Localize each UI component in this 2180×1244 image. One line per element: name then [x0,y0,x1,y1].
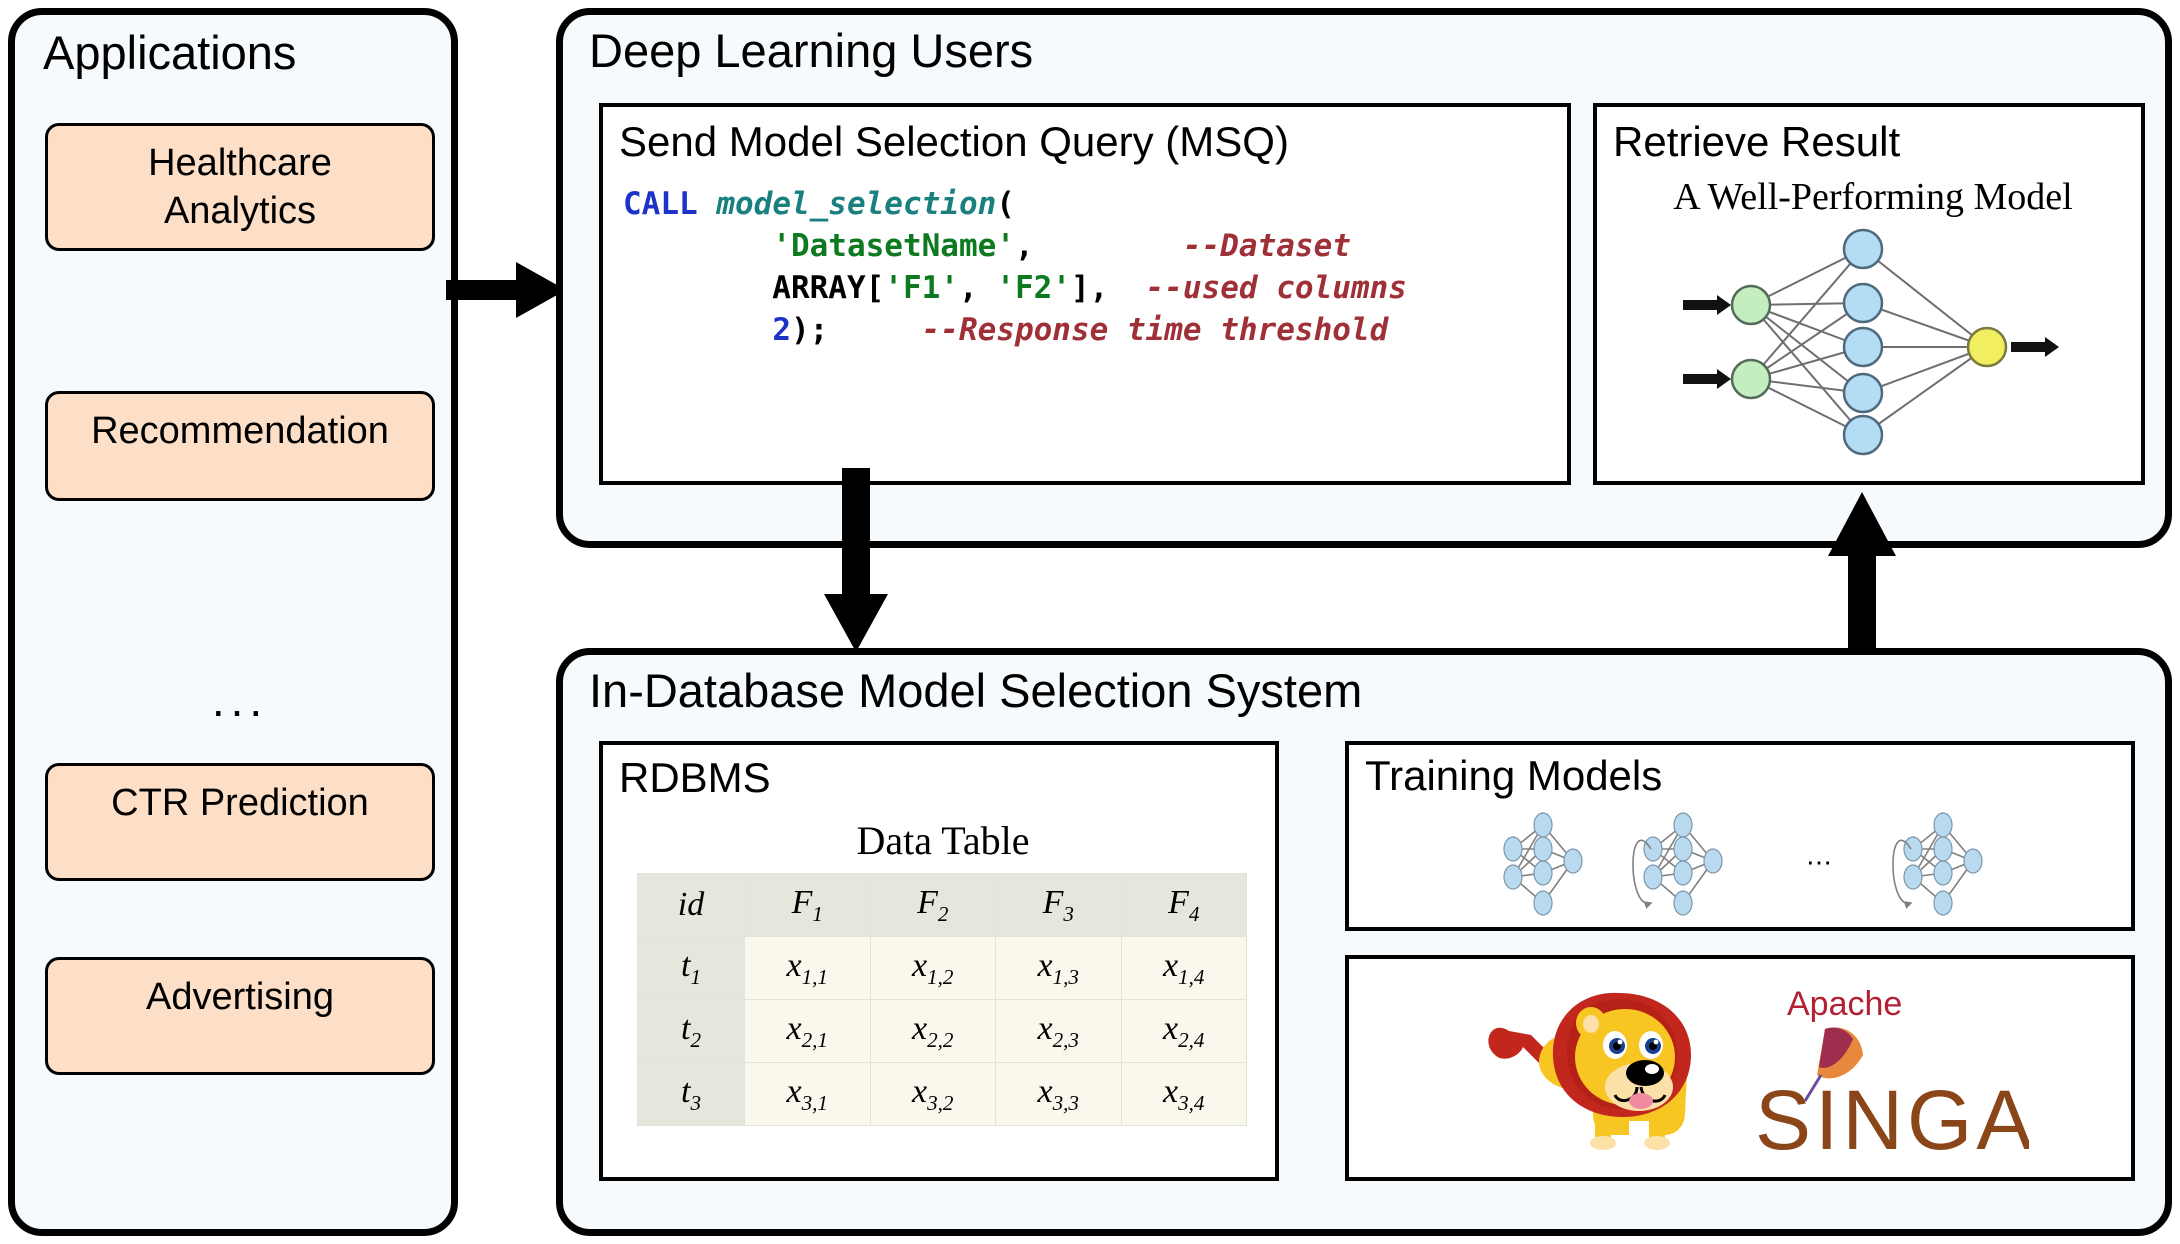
result-neural-network-icon [1673,227,2073,462]
application-card-advertising[interactable]: Advertising [45,957,435,1075]
table-cell: x3,1 [744,1062,871,1126]
code-token-comment-threshold: --Response time threshold [921,312,1389,349]
code-token-threshold-number: 2 [772,312,791,349]
column-header-f1: F1 [744,873,871,937]
in-database-system-title: In-Database Model Selection System [589,664,1363,717]
code-token-comment-dataset: --Dataset [1182,228,1351,265]
data-table: id F1 F2 F3 F4 t1 x1,1 x1,2 x1,3 x1,4 t2 [637,873,1247,1126]
table-cell: x2,3 [995,999,1122,1063]
application-card-label: CTR Prediction [111,782,369,824]
code-token-paren: ( [996,186,1015,222]
code-token-function: model_selection [716,186,997,222]
table-cell: x2,2 [869,999,996,1063]
code-token-indent [623,312,772,348]
rdbms-title: RDBMS [619,754,771,801]
table-cell: t1 [637,936,745,1000]
code-token-f2-string: 'F2' [996,270,1071,307]
applications-ellipsis: ... [211,674,269,726]
application-card-recommendation[interactable]: Recommendation [45,391,435,501]
column-header-id: id [637,873,745,937]
table-cell: x1,4 [1120,936,1247,1000]
application-card-healthcare-analytics[interactable]: Healthcare Analytics [45,123,435,251]
arrow-applications-to-users-icon [446,258,571,327]
column-header-f3: F3 [995,873,1122,937]
table-cell: t3 [637,1062,745,1126]
send-msq-panel: Send Model Selection Query (MSQ) CALL mo… [599,103,1571,485]
table-cell: x1,1 [744,936,871,1000]
table-cell: x2,1 [744,999,871,1063]
retrieve-result-title: Retrieve Result [1613,118,1901,165]
table-cell: x3,4 [1120,1062,1247,1126]
arrow-users-to-system-icon [818,468,894,663]
deep-learning-users-title: Deep Learning Users [589,24,1034,77]
table-header-row: id F1 F2 F3 F4 [637,873,1247,937]
code-token-comma: , [958,270,997,307]
msq-code-block[interactable]: CALL model_selection( 'DatasetName', --D… [623,183,1407,352]
code-token-comma: , [1014,228,1183,265]
svg-text:⋯: ⋯ [1806,847,1832,877]
code-token-comment-columns: --used columns [1145,270,1407,307]
table-cell: x3,3 [995,1062,1122,1126]
in-database-system-panel: In-Database Model Selection System RDBMS… [556,648,2172,1236]
code-token-close: ); [790,312,922,349]
rdbms-panel: RDBMS Data Table id F1 F2 F3 F4 t1 x1,1 … [599,741,1279,1181]
column-header-f2: F2 [869,873,996,937]
training-models-title: Training Models [1365,752,1663,799]
code-token-indent [623,228,772,264]
singa-label: SINGA [1755,1073,2029,1167]
table-row: t3 x3,1 x3,2 x3,3 x3,4 [637,1062,1247,1126]
application-card-ctr-prediction[interactable]: CTR Prediction [45,763,435,881]
data-table-caption: Data Table [856,818,1030,863]
code-token-f1-string: 'F1' [884,270,959,307]
apache-singa-logo-icon: Apache SINGA [1469,971,2032,1176]
application-card-label: Recommendation [91,410,389,452]
apache-singa-panel: Apache SINGA [1345,955,2135,1181]
applications-title: Applications [43,26,297,79]
send-msq-title: Send Model Selection Query (MSQ) [619,118,1289,165]
training-models-networks-icon: ⋯ [1499,811,2019,928]
table-row: t2 x2,1 x2,2 x2,3 x2,4 [637,999,1247,1063]
deep-learning-users-panel: Deep Learning Users Send Model Selection… [556,8,2172,548]
table-cell: x2,4 [1120,999,1247,1063]
column-header-f4: F4 [1120,873,1247,937]
code-token-call: CALL [623,186,717,222]
training-models-panel: Training Models ⋯ [1345,741,2135,931]
code-token-bracket: ], [1070,270,1146,307]
code-token-array: ARRAY[ [623,270,885,307]
table-cell: x1,3 [995,936,1122,1000]
code-token-dataset-string: 'DatasetName' [772,228,1015,265]
table-cell: x1,2 [869,936,996,1000]
retrieve-result-subtitle: A Well-Performing Model [1673,176,2073,218]
application-card-label: Healthcare Analytics [148,142,332,232]
apache-label: Apache [1787,985,1902,1023]
retrieve-result-panel: Retrieve Result A Well-Performing Model [1593,103,2145,485]
application-card-label: Advertising [146,976,334,1018]
applications-panel: Applications Healthcare Analytics Recomm… [8,8,458,1236]
table-cell: x3,2 [869,1062,996,1126]
table-cell: t2 [637,999,745,1063]
table-row: t1 x1,1 x1,2 x1,3 x1,4 [637,936,1247,1000]
